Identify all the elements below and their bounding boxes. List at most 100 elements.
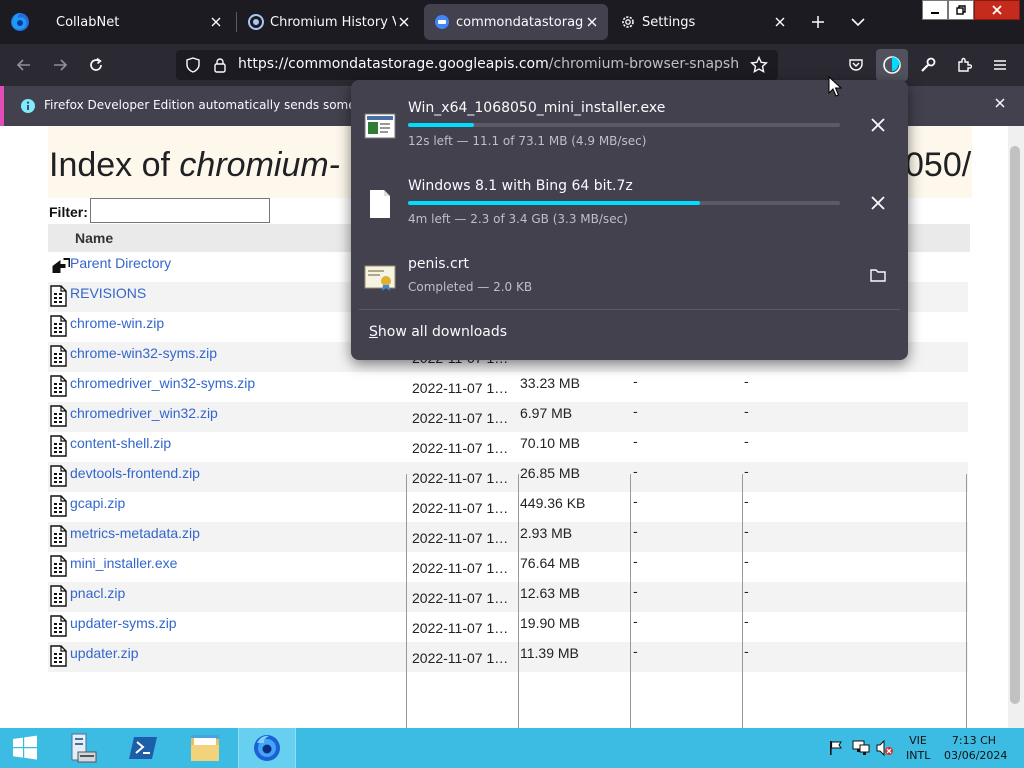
cancel-download-button[interactable]: [865, 190, 891, 216]
forward-button[interactable]: [48, 53, 72, 77]
restore-window-button[interactable]: [948, 0, 974, 20]
download-progress-icon: [883, 56, 901, 74]
table-row[interactable]: devtools-frontend.zip 2022-11-07 1… 26.85 …: [48, 462, 968, 492]
puzzle-piece-icon: [958, 57, 972, 72]
cancel-icon: [871, 118, 885, 132]
scrollbar-thumb[interactable]: [1010, 146, 1020, 704]
new-tab-button[interactable]: [806, 10, 830, 34]
zip-file-icon: [50, 555, 67, 577]
show-in-folder-button[interactable]: [865, 262, 891, 288]
pocket-button[interactable]: [844, 53, 868, 77]
file-column-5: -: [744, 375, 749, 390]
file-link[interactable]: chrome-win.zip: [70, 315, 164, 331]
tab-chromium-history[interactable]: Chromium History Versi: [238, 4, 420, 40]
list-all-tabs-button[interactable]: [846, 10, 870, 34]
table-row[interactable]: chromedriver_win32-syms.zip 2022-11-07 1……: [48, 372, 968, 402]
lock-icon[interactable]: [213, 57, 227, 73]
show-all-downloads-button[interactable]: Show all downloads: [369, 324, 507, 340]
file-link[interactable]: updater.zip: [70, 645, 139, 661]
volume-muted-icon[interactable]: [876, 739, 894, 757]
table-row[interactable]: mini_installer.exe 2022-11-07 1… 76.64 MB -…: [48, 552, 968, 582]
firefox-menu-icon[interactable]: [8, 10, 32, 34]
file-column-4: -: [633, 435, 638, 450]
file-link[interactable]: devtools-frontend.zip: [70, 465, 200, 481]
tab-title: Chromium History Versi: [270, 14, 396, 30]
app-menu-button[interactable]: [988, 53, 1012, 77]
zip-file-icon: [50, 315, 67, 337]
page-title-path: chromium-: [179, 146, 340, 184]
file-link[interactable]: chrome-win32-syms.zip: [70, 345, 217, 361]
action-center-flag-icon[interactable]: [828, 740, 844, 756]
column-header-name[interactable]: Name: [75, 230, 113, 246]
close-notification-icon[interactable]: [994, 97, 1006, 109]
system-clock[interactable]: 7:13 CH 03/06/2024: [944, 733, 1007, 763]
pocket-icon: [849, 59, 863, 71]
download-status: 12s left — 11.1 of 73.1 MB (4.9 MB/sec): [408, 134, 647, 148]
info-icon: [21, 99, 35, 113]
hamburger-menu-icon: [994, 60, 1006, 70]
parent-directory-link[interactable]: Parent Directory: [70, 255, 171, 271]
url-bar[interactable]: https://commondatastorage.googleapis.com…: [176, 50, 778, 80]
file-column-5: -: [744, 525, 749, 540]
download-item-1[interactable]: Windows 8.1 with Bing 64 bit.7z 4m left …: [351, 166, 908, 238]
taskbar-firefox-developer-edition[interactable]: [238, 728, 296, 768]
downloads-button[interactable]: [876, 49, 908, 81]
filter-input[interactable]: [90, 198, 270, 223]
file-date: 2022-11-07 1…: [412, 530, 509, 546]
zip-file-icon: [50, 585, 67, 607]
download-item-0[interactable]: Win_x64_1068050_mini_installer.exe 12s l…: [351, 88, 908, 160]
file-link[interactable]: metrics-metadata.zip: [70, 525, 200, 541]
minimize-window-button[interactable]: [922, 0, 948, 20]
tab-settings[interactable]: Settings: [612, 4, 796, 40]
bookmark-star-icon[interactable]: [750, 56, 768, 74]
url-text[interactable]: https://commondatastorage.googleapis.com…: [238, 56, 738, 72]
download-status: 4m left — 2.3 of 3.4 GB (3.3 MB/sec): [408, 212, 628, 226]
table-row[interactable]: metrics-metadata.zip 2022-11-07 1… 2.93 MB…: [48, 522, 968, 552]
file-link[interactable]: chromedriver_win32-syms.zip: [70, 375, 255, 391]
notification-text: Firefox Developer Edition automatically …: [44, 98, 403, 112]
taskbar-file-explorer[interactable]: [180, 728, 230, 768]
close-tab-icon[interactable]: [396, 14, 412, 30]
developer-tools-button[interactable]: [916, 53, 940, 77]
table-row[interactable]: pnacl.zip 2022-11-07 1… 12.63 MB - -: [48, 582, 968, 612]
table-row[interactable]: content-shell.zip 2022-11-07 1… 70.10 MB - -: [48, 432, 968, 462]
input-language-indicator[interactable]: VIE INTL: [906, 733, 930, 763]
start-button[interactable]: [0, 728, 50, 768]
tab-title: Settings: [642, 14, 696, 30]
table-row[interactable]: gcapi.zip 2022-11-07 1… 449.36 KB - -: [48, 492, 968, 522]
file-size: 6.97 MB: [520, 405, 573, 421]
file-link[interactable]: content-shell.zip: [70, 435, 171, 451]
table-row[interactable]: updater.zip 2022-11-07 1… 11.39 MB - -: [48, 642, 968, 672]
file-date: 2022-11-07 1…: [412, 620, 509, 636]
file-link[interactable]: REVISIONS: [70, 285, 146, 301]
file-link[interactable]: pnacl.zip: [70, 585, 125, 601]
table-row[interactable]: updater-syms.zip 2022-11-07 1… 19.90 MB - -: [48, 612, 968, 642]
chevron-down-icon: [851, 18, 865, 27]
taskbar-powershell[interactable]: [118, 728, 168, 768]
taskbar-server-manager[interactable]: [56, 728, 106, 768]
close-tab-icon[interactable]: [772, 14, 788, 30]
file-column-4: -: [633, 615, 638, 630]
file-link[interactable]: mini_installer.exe: [70, 555, 177, 571]
close-tab-icon[interactable]: [208, 14, 224, 30]
tab-collabnet[interactable]: CollabNet: [40, 4, 232, 40]
cancel-download-button[interactable]: [865, 112, 891, 138]
network-icon[interactable]: [852, 739, 870, 757]
zip-file-icon: [50, 435, 67, 457]
language-code: VIE: [909, 734, 927, 747]
back-button[interactable]: [12, 53, 36, 77]
extensions-button[interactable]: [952, 53, 976, 77]
table-row[interactable]: chromedriver_win32.zip 2022-11-07 1… 6.97 …: [48, 402, 968, 432]
panel-separator: [359, 309, 900, 310]
download-item-2[interactable]: penis.crt Completed — 2.0 KB: [351, 244, 908, 316]
tracking-protection-shield-icon[interactable]: [185, 57, 201, 73]
tab-commondatastorage[interactable]: commondatastorage.go: [424, 4, 608, 40]
file-link[interactable]: chromedriver_win32.zip: [70, 405, 218, 421]
restore-icon: [956, 5, 966, 15]
close-window-button[interactable]: [974, 0, 1020, 20]
file-link[interactable]: gcapi.zip: [70, 495, 125, 511]
file-link[interactable]: updater-syms.zip: [70, 615, 177, 631]
reload-button[interactable]: [84, 53, 108, 77]
file-column-4: -: [633, 555, 638, 570]
close-tab-icon[interactable]: [584, 14, 600, 30]
